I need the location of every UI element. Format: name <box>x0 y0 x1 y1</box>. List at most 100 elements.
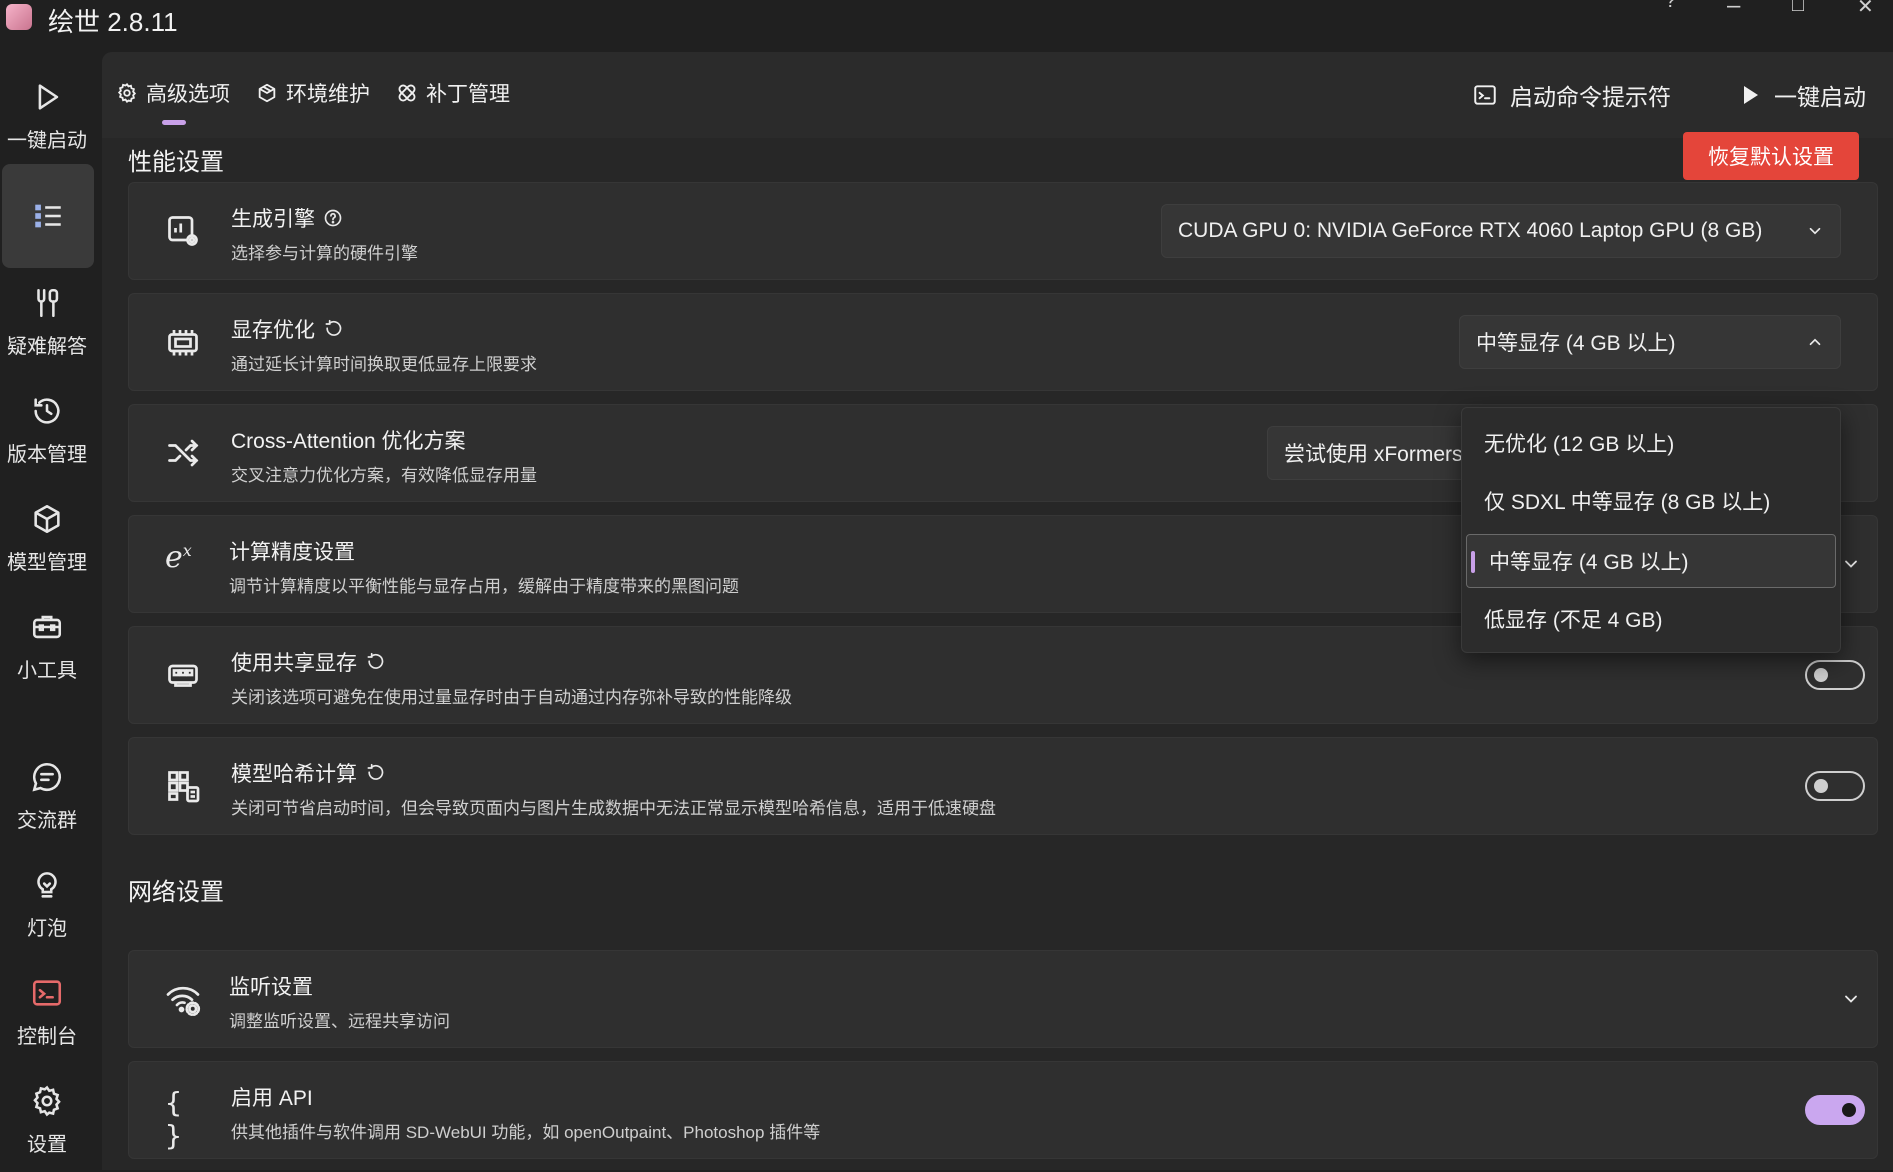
chevron-down-icon <box>1809 227 1821 235</box>
app-logo <box>6 4 32 30</box>
listen-card: 监听设置 调整监听设置、远程共享访问 <box>128 950 1878 1048</box>
vram-title-text: 显存优化 <box>231 319 315 342</box>
listen-subtitle: 调整监听设置、远程共享访问 <box>229 1012 450 1031</box>
vram-option-selected[interactable]: 中等显存 (4 GB 以上) <box>1466 534 1836 588</box>
memory-icon <box>168 330 198 356</box>
wifi-gear-icon <box>166 986 201 1017</box>
toggle-knob <box>1842 1103 1856 1117</box>
play-icon <box>1744 86 1758 104</box>
sidebar-item-troubleshoot[interactable]: 疑难解答 <box>0 270 94 374</box>
sidebar-item-bulb[interactable]: 灯泡 <box>0 852 94 956</box>
model-hash-toggle[interactable] <box>1805 771 1865 801</box>
top-bar: 高级选项 环境维护 补丁管理 启动命令提示符 一键启动 <box>102 52 1893 138</box>
shared-vram-title-text: 使用共享显存 <box>231 652 357 675</box>
help-icon[interactable]: ? <box>1665 0 1676 13</box>
cross-attention-select-value: 尝试使用 xFormers <box>1284 443 1463 466</box>
terminal-button[interactable]: 启动命令提示符 <box>1472 78 1671 112</box>
close-button[interactable]: ✕ <box>1857 0 1874 19</box>
chevron-up-icon <box>1809 338 1821 346</box>
tab-label: 高级选项 <box>146 83 230 106</box>
bandage-icon <box>398 84 416 102</box>
sidebar-item-label: 疑难解答 <box>7 335 87 358</box>
engine-select[interactable]: CUDA GPU 0: NVIDIA GeForce RTX 4060 Lapt… <box>1161 204 1841 258</box>
gpu-chip-icon <box>168 216 198 246</box>
gear-icon <box>33 1085 61 1116</box>
help-circle-icon[interactable] <box>323 208 343 228</box>
gear-icon <box>117 82 137 104</box>
cube-icon <box>34 504 60 533</box>
reset-defaults-button[interactable]: 恢复默认设置 <box>1683 132 1859 180</box>
engine-title-text: 生成引擎 <box>231 208 315 231</box>
shared-vram-subtitle: 关闭该选项可避免在使用过量显存时由于自动通过内存弥补导致的性能降级 <box>231 688 792 707</box>
precision-title: 计算精度设置 <box>229 541 355 564</box>
model-hash-card: 模型哈希计算 关闭可节省启动时间，但会导致页面内与图片生成数据中无法正常显示模型… <box>128 737 1878 835</box>
restart-icon <box>367 652 384 669</box>
shared-vram-title: 使用共享显存 <box>231 647 385 677</box>
shuffle-icon <box>168 439 199 467</box>
listen-title: 监听设置 <box>229 976 313 999</box>
maximize-button[interactable]: □ <box>1792 0 1804 17</box>
vram-option[interactable]: 低显存 (不足 4 GB) <box>1462 592 1840 646</box>
table-calc-icon <box>168 771 200 803</box>
vram-option[interactable]: 无优化 (12 GB 以上) <box>1462 416 1840 470</box>
cross-attention-subtitle: 交叉注意力优化方案，有效降低显存用量 <box>231 466 537 485</box>
vram-select-value: 中等显存 (4 GB 以上) <box>1476 332 1676 355</box>
sidebar-item-launch[interactable]: 一键启动 <box>0 64 94 168</box>
tools-icon <box>37 288 59 317</box>
sidebar-item-settings[interactable]: 设置 <box>0 1068 94 1172</box>
shared-vram-toggle[interactable] <box>1805 660 1865 690</box>
tab-advanced[interactable]: 高级选项 <box>116 78 230 108</box>
bulb-icon <box>37 871 57 898</box>
sidebar-item-label: 交流群 <box>17 809 77 832</box>
chevron-down-icon[interactable] <box>1841 554 1861 574</box>
vram-dropdown: 无优化 (12 GB 以上) 仅 SDXL 中等显存 (8 GB 以上) 中等显… <box>1461 407 1841 653</box>
toggle-knob <box>1814 668 1828 682</box>
sidebar-item-label: 模型管理 <box>7 551 87 574</box>
engine-select-value: CUDA GPU 0: NVIDIA GeForce RTX 4060 Lapt… <box>1178 219 1763 242</box>
vram-title: 显存优化 <box>231 314 343 344</box>
restart-icon <box>325 319 342 336</box>
performance-section-title: 性能设置 <box>128 149 224 176</box>
tab-label: 补丁管理 <box>426 83 510 106</box>
cross-attention-title: Cross-Attention 优化方案 <box>231 430 466 453</box>
sidebar-item-console[interactable]: 控制台 <box>0 960 94 1064</box>
sidebar-item-community[interactable]: 交流群 <box>0 744 94 848</box>
model-hash-title-text: 模型哈希计算 <box>231 763 357 786</box>
restart-icon <box>367 763 384 780</box>
console-icon <box>32 979 62 1006</box>
api-card: { } 启用 API 供其他插件与软件调用 SD-WebUI 功能，如 open… <box>128 1061 1878 1159</box>
sidebar-item-label: 灯泡 <box>27 917 67 940</box>
launch-button[interactable]: 一键启动 <box>1738 78 1866 112</box>
model-hash-subtitle: 关闭可节省启动时间，但会导致页面内与图片生成数据中无法正常显示模型哈希信息，适用… <box>231 799 996 818</box>
chat-icon <box>32 762 61 792</box>
vram-option[interactable]: 仅 SDXL 中等显存 (8 GB 以上) <box>1462 474 1840 528</box>
engine-card: 生成引擎 选择参与计算的硬件引擎 CUDA GPU 0: NVIDIA GeFo… <box>128 182 1878 280</box>
list-icon <box>35 204 61 228</box>
sidebar-item-tools[interactable]: 小工具 <box>0 594 94 698</box>
tab-patches[interactable]: 补丁管理 <box>396 78 510 108</box>
terminal-label: 启动命令提示符 <box>1510 84 1671 110</box>
tab-indicator <box>162 120 186 125</box>
toggle-knob <box>1814 779 1828 793</box>
vram-select[interactable]: 中等显存 (4 GB 以上) <box>1459 315 1841 369</box>
sidebar-item-advanced[interactable] <box>2 164 94 268</box>
chevron-down-icon[interactable] <box>1841 989 1861 1009</box>
api-toggle[interactable] <box>1805 1095 1865 1125</box>
precision-subtitle: 调节计算精度以平衡性能与显存占用，缓解由于精度带来的黑图问题 <box>229 577 739 596</box>
sidebar-item-versions[interactable]: 版本管理 <box>0 378 94 482</box>
sidebar-item-models[interactable]: 模型管理 <box>0 486 94 590</box>
tab-environment[interactable]: 环境维护 <box>256 78 370 108</box>
api-subtitle: 供其他插件与软件调用 SD-WebUI 功能，如 openOutpaint、Ph… <box>231 1123 821 1142</box>
vram-card: 显存优化 通过延长计算时间换取更低显存上限要求 中等显存 (4 GB 以上) <box>128 293 1878 391</box>
cross-attention-select[interactable]: 尝试使用 xFormers <box>1267 426 1487 480</box>
engine-subtitle: 选择参与计算的硬件引擎 <box>231 244 418 263</box>
sidebar-item-label: 小工具 <box>17 659 77 682</box>
sidebar: 一键启动 疑难解答 版本管理 模型管理 小工具 交流群 灯泡 控制台 设置 <box>0 52 100 1170</box>
history-icon <box>34 397 60 424</box>
minimize-button[interactable]: – <box>1727 0 1740 20</box>
exponent-icon: ex <box>165 540 192 575</box>
engine-title: 生成引擎 <box>231 203 343 233</box>
launch-label: 一键启动 <box>1774 84 1866 110</box>
sidebar-item-label: 版本管理 <box>7 443 87 466</box>
vram-subtitle: 通过延长计算时间换取更低显存上限要求 <box>231 355 537 374</box>
